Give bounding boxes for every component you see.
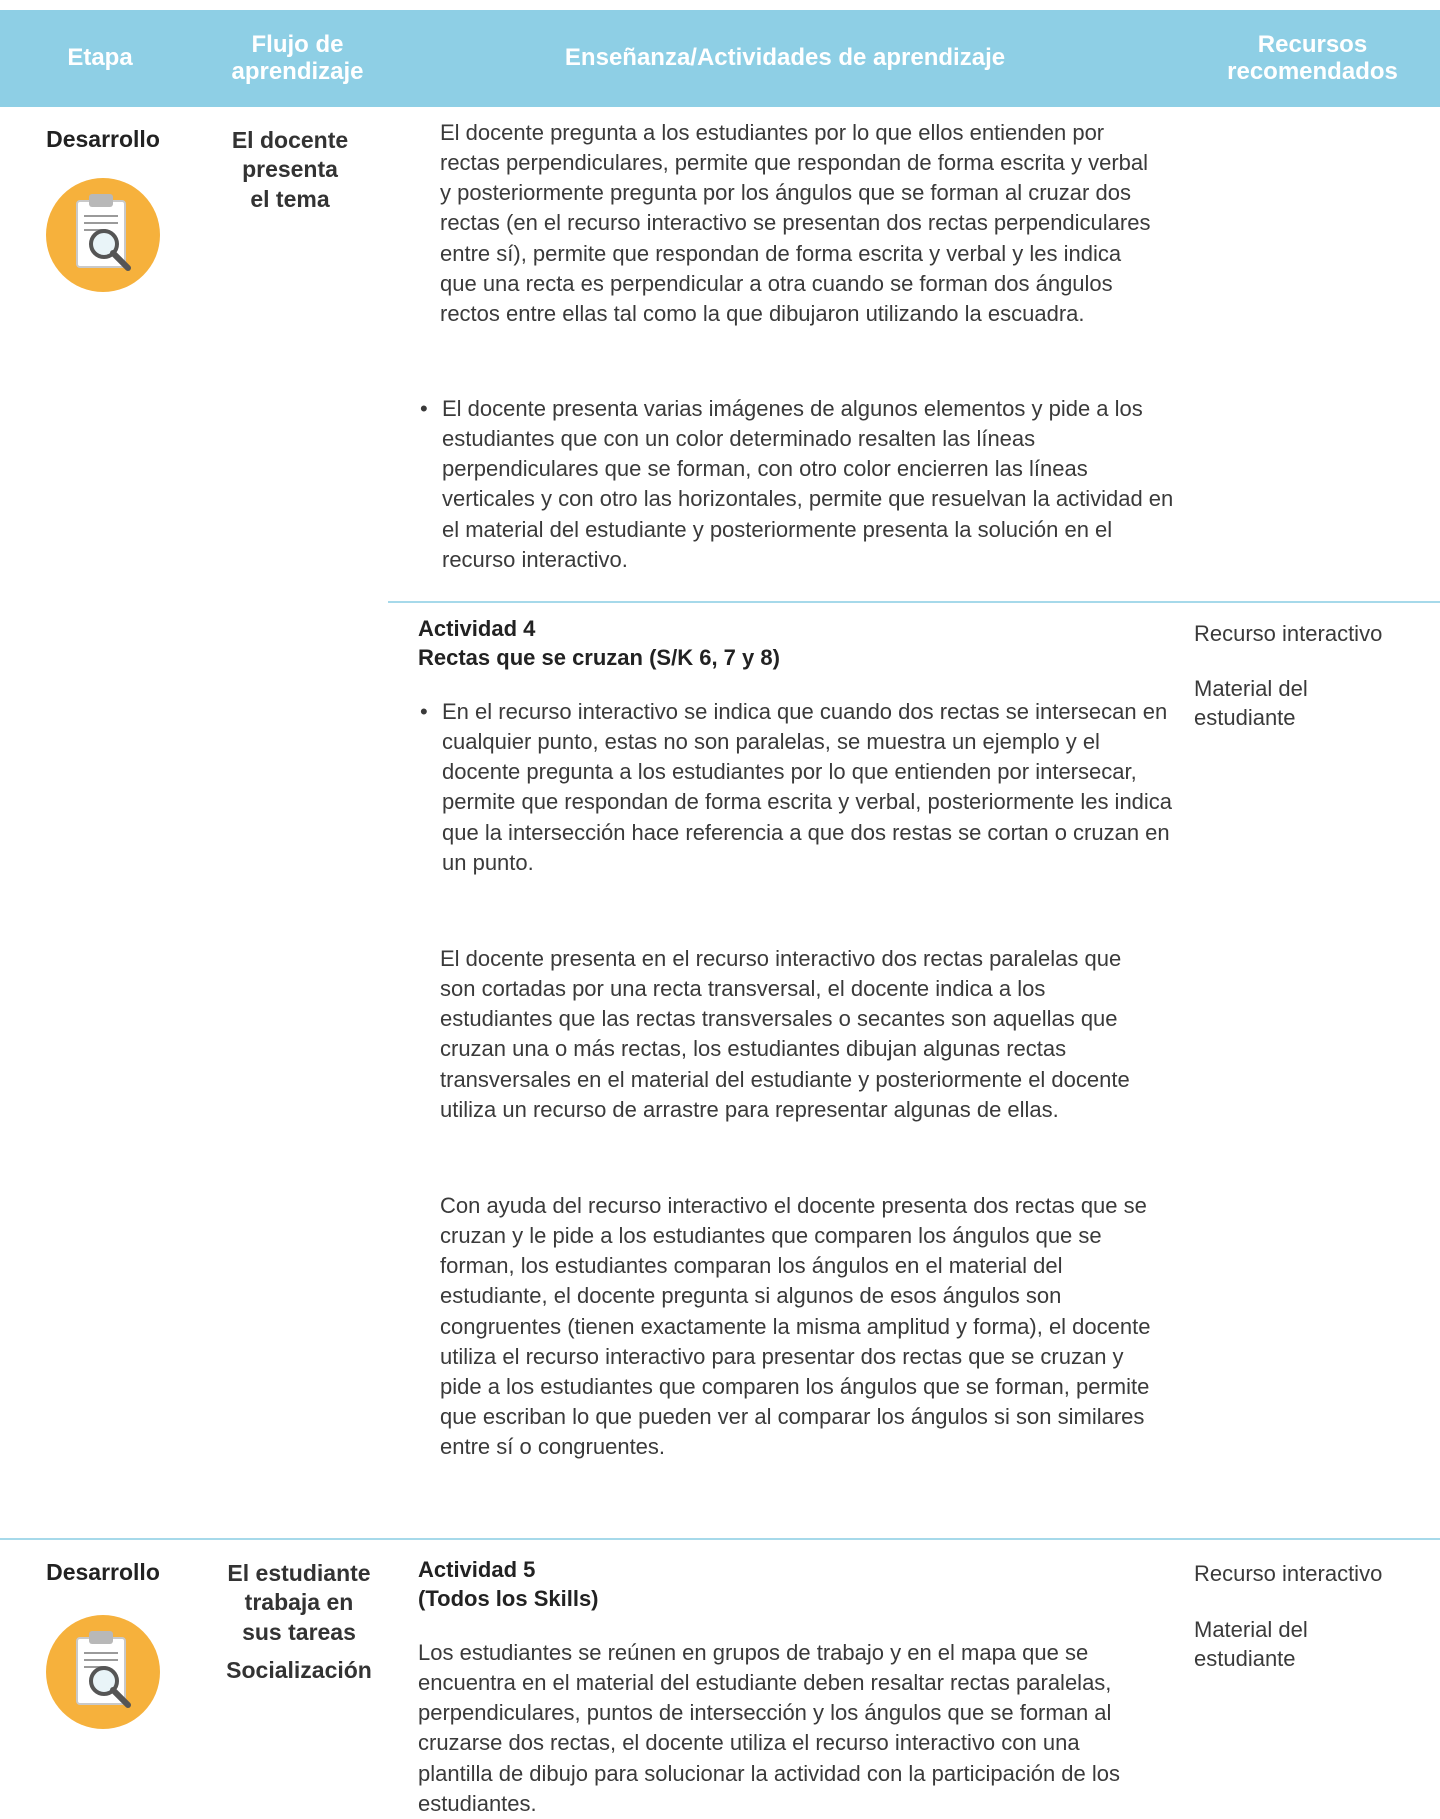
stage-label: Desarrollo: [46, 1559, 160, 1585]
bullet-paragraph: • El docente presenta varias imágenes de…: [420, 394, 1182, 575]
flow-label-socializacion: Socialización: [226, 1657, 372, 1683]
resource-item: Material del estudiante: [1194, 676, 1308, 730]
clipboard-magnifier-icon: [44, 1613, 162, 1731]
flow-label: El docente presenta el tema: [210, 126, 370, 214]
activity-heading: Actividad 5 (Todos los Skills): [418, 1556, 1158, 1613]
header-recursos: Recursos recomendados: [1185, 10, 1440, 107]
flow-line: El docente: [231, 127, 349, 153]
resource-item: Recurso interactivo: [1194, 621, 1383, 646]
paragraph: Con ayuda del recurso interactivo el doc…: [440, 1193, 1151, 1459]
header-flujo-label: Flujo de aprendizaje: [231, 31, 364, 85]
flow-line: El estudiante: [227, 1560, 371, 1586]
activity-title: Actividad 4: [418, 616, 536, 641]
flow-line: sus tareas: [242, 1618, 356, 1645]
resource-item: Material del estudiante: [1194, 1617, 1308, 1671]
lesson-plan-page: Etapa Flujo de aprendizaje Enseñanza/Act…: [0, 0, 1440, 1816]
header-flujo: Flujo de aprendizaje: [210, 10, 385, 107]
bullet-text: En el recurso interactivo se indica que …: [442, 699, 1173, 875]
table-header: Etapa Flujo de aprendizaje Enseñanza/Act…: [0, 10, 1440, 107]
stage-label: Desarrollo: [46, 126, 160, 152]
bullet-text: El docente presenta varias imágenes de a…: [442, 396, 1174, 572]
bullet-paragraph: • En el recurso interactivo se indica qu…: [420, 697, 1182, 878]
bullet: •: [420, 396, 428, 421]
activity-heading: Actividad 4 Rectas que se cruzan (S/K 6,…: [418, 615, 1158, 672]
activity-subtitle: (Todos los Skills): [418, 1585, 599, 1611]
row-divider: [0, 1538, 1440, 1540]
flow-label: El estudiante trabaja en sus tareas: [214, 1559, 384, 1647]
flow-line: el tema: [250, 185, 330, 212]
clipboard-magnifier-icon: [44, 176, 162, 294]
paragraph: El docente presenta en el recurso intera…: [440, 946, 1130, 1122]
header-ensenanza: Enseñanza/Actividades de aprendizaje: [564, 44, 1006, 72]
header-recursos-label: Recursos recomendados: [1227, 31, 1398, 85]
flow-line: trabaja en: [244, 1589, 354, 1616]
paragraph: El docente pregunta a los estudiantes po…: [440, 120, 1151, 326]
paragraph: Los estudiantes se reúnen en grupos de t…: [418, 1640, 1120, 1816]
activity-title: Actividad 5: [418, 1557, 536, 1582]
resource-item: Recurso interactivo: [1194, 1561, 1383, 1586]
row-divider: [388, 601, 1440, 603]
header-etapa: Etapa: [67, 44, 133, 72]
flow-line: presenta: [242, 156, 338, 183]
activity-subtitle: Rectas que se cruzan (S/K 6, 7 y 8): [418, 644, 780, 670]
bullet: •: [420, 699, 428, 724]
